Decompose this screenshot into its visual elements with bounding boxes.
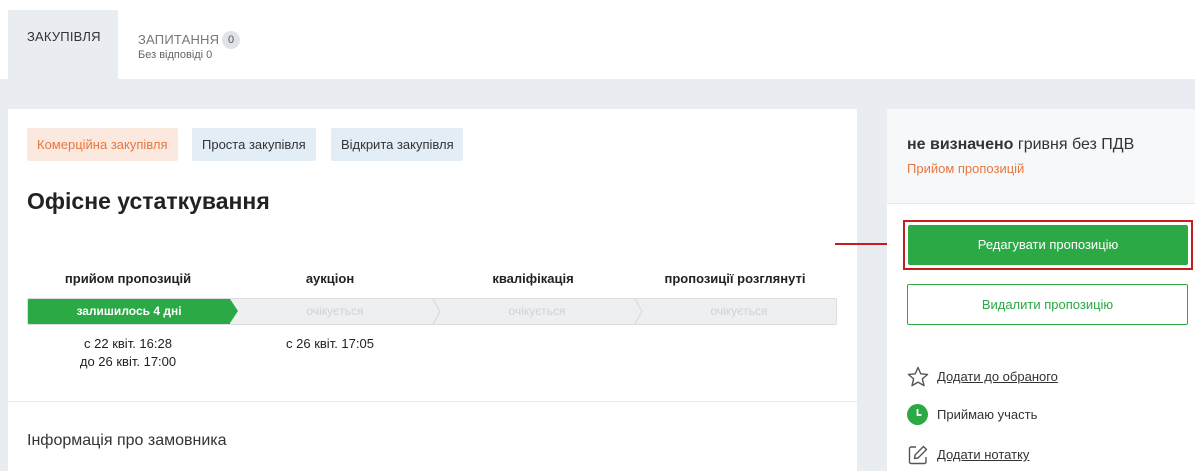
divider xyxy=(8,401,857,402)
add-note-label[interactable]: Додати нотатку xyxy=(937,447,1029,462)
stage-dates-auction: с 26 квіт. 17:05 xyxy=(229,335,431,353)
stage-title-bids: прийом пропозицій xyxy=(64,271,192,286)
stage-bar-auction: очікується xyxy=(306,304,364,318)
edit-bid-button[interactable]: Редагувати пропозицію xyxy=(908,225,1188,265)
price-amount: не визначено xyxy=(907,136,1014,153)
stage-bar-bids: залишилось 4 дні xyxy=(28,299,230,324)
clock-icon xyxy=(907,404,928,425)
stage-title-auction: аукціон xyxy=(305,271,355,286)
tender-card: Комерційна закупівля Проста закупівля Ві… xyxy=(8,109,857,471)
tender-status: Прийом пропозицій xyxy=(907,161,1025,176)
stage-title-qualification: кваліфікація xyxy=(492,271,574,286)
edit-note-icon xyxy=(908,445,928,465)
stage-bar-reviewed: очікується xyxy=(710,304,768,318)
star-icon xyxy=(907,366,929,387)
chip-simple: Проста закупівля xyxy=(192,128,316,161)
questions-count-badge: 0 xyxy=(222,31,240,49)
stage-progress-bar: залишилось 4 дні очікується очікується о… xyxy=(27,298,837,325)
tabs-bar: ЗАКУПІВЛЯ ЗАПИТАННЯ 0 Без відповіді 0 xyxy=(0,0,1195,79)
stage-title-reviewed: пропозиції розглянуті xyxy=(664,271,806,286)
bid-sidebar: не визначено гривня без ПДВ Прийом пропо… xyxy=(887,109,1195,471)
questions-unanswered-text: Без відповіді 0 xyxy=(138,49,213,61)
stage-dates-bids: с 22 квіт. 16:28 до 26 квіт. 17:00 xyxy=(27,335,229,371)
chip-open: Відкрита закупівля xyxy=(331,128,463,161)
stage-date-from: с 22 квіт. 16:28 xyxy=(84,336,172,351)
tab-procurement-label: ЗАКУПІВЛЯ xyxy=(27,29,101,44)
tab-questions-label: ЗАПИТАННЯ xyxy=(138,32,220,47)
participating-label: Приймаю участь xyxy=(937,407,1038,422)
budget-price: не визначено гривня без ПДВ xyxy=(907,136,1134,154)
price-currency: гривня без ПДВ xyxy=(1017,136,1135,153)
tab-questions[interactable]: ЗАПИТАННЯ 0 Без відповіді 0 xyxy=(118,10,318,79)
tab-procurement[interactable]: ЗАКУПІВЛЯ xyxy=(8,10,118,79)
stage-bar-arrow xyxy=(230,299,238,323)
add-to-favorites-label[interactable]: Додати до обраного xyxy=(937,369,1058,384)
tender-title: Офісне устаткування xyxy=(27,188,270,214)
stage-bar-qualification: очікується xyxy=(508,304,566,318)
stage-date-to: до 26 квіт. 17:00 xyxy=(79,354,177,369)
customer-info-heading[interactable]: Інформація про замовника xyxy=(27,432,227,450)
chip-commercial: Комерційна закупівля xyxy=(27,128,178,161)
stage-date-from: с 26 квіт. 17:05 xyxy=(286,336,374,351)
delete-bid-button[interactable]: Видалити пропозицію xyxy=(907,284,1188,325)
price-block: не визначено гривня без ПДВ Прийом пропо… xyxy=(887,109,1195,204)
